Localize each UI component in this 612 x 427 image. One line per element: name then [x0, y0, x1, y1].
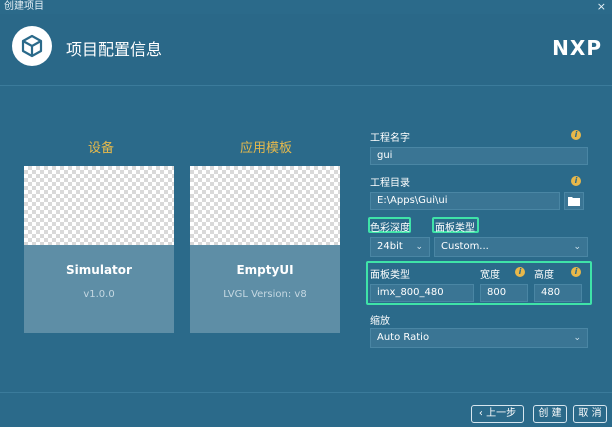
info-icon[interactable]: i: [515, 267, 525, 277]
color-depth-value: 24bit: [377, 241, 403, 252]
width-input[interactable]: 800: [480, 284, 528, 302]
panel-type-label: 面板类型: [435, 223, 475, 234]
device-card-simulator[interactable]: Simulator v1.0.0: [24, 166, 174, 333]
width-label: 宽度: [480, 270, 500, 281]
info-icon[interactable]: i: [571, 267, 581, 277]
device-name: Simulator: [66, 263, 132, 277]
scale-select[interactable]: Auto Ratio ⌄: [370, 328, 588, 348]
header: 项目配置信息 NXP: [0, 14, 612, 86]
panel-name-label: 面板类型: [370, 270, 410, 281]
chevron-down-icon: ⌄: [573, 242, 581, 252]
scale-label: 缩放: [370, 316, 390, 327]
template-card-emptyui[interactable]: EmptyUI LVGL Version: v8: [190, 166, 340, 333]
chevron-down-icon: ⌄: [573, 333, 581, 343]
device-version: v1.0.0: [83, 289, 115, 300]
chevron-down-icon: ⌄: [415, 242, 423, 252]
chevron-left-icon: ‹: [478, 408, 483, 419]
height-label: 高度: [534, 270, 554, 281]
panel-type-select[interactable]: Custom... ⌄: [434, 237, 588, 257]
templates-title: 应用模板: [240, 141, 293, 156]
scale-value: Auto Ratio: [377, 332, 430, 343]
page-title: 项目配置信息: [66, 40, 163, 59]
panel-type-value: Custom...: [441, 241, 489, 252]
cube-icon: [12, 26, 52, 66]
browse-folder-button[interactable]: [564, 192, 584, 210]
prev-button[interactable]: ‹ 上一步: [471, 405, 524, 423]
info-icon[interactable]: i: [571, 130, 581, 140]
window-close-icon[interactable]: ×: [597, 0, 606, 14]
project-dir-label: 工程目录: [370, 178, 410, 189]
window-titlebar: 创建项目 ×: [0, 0, 612, 14]
footer: ‹ 上一步 创 建 取 消: [0, 392, 612, 427]
folder-icon: [568, 197, 580, 206]
nxp-logo: NXP: [552, 36, 602, 60]
project-name-label: 工程名字: [370, 133, 410, 144]
template-name: EmptyUI: [236, 263, 294, 277]
main-content: 设备 Simulator v1.0.0 应用模板 EmptyUI LVGL Ve…: [0, 87, 612, 392]
color-depth-select[interactable]: 24bit ⌄: [370, 237, 430, 257]
template-preview: [190, 166, 340, 245]
panel-name-input[interactable]: imx_800_480: [370, 284, 474, 302]
devices-title: 设备: [88, 141, 115, 156]
color-depth-label: 色彩深度: [370, 223, 410, 234]
info-icon[interactable]: i: [571, 176, 581, 186]
project-dir-input[interactable]: E:\Apps\Gui\ui: [370, 192, 560, 210]
project-name-input[interactable]: gui: [370, 147, 588, 165]
prev-button-label: 上一步: [486, 408, 517, 419]
create-button[interactable]: 创 建: [533, 405, 567, 423]
cancel-button[interactable]: 取 消: [573, 405, 607, 423]
height-input[interactable]: 480: [534, 284, 582, 302]
template-version: LVGL Version: v8: [223, 289, 307, 300]
device-preview: [24, 166, 174, 245]
window-title: 创建项目: [4, 1, 44, 12]
